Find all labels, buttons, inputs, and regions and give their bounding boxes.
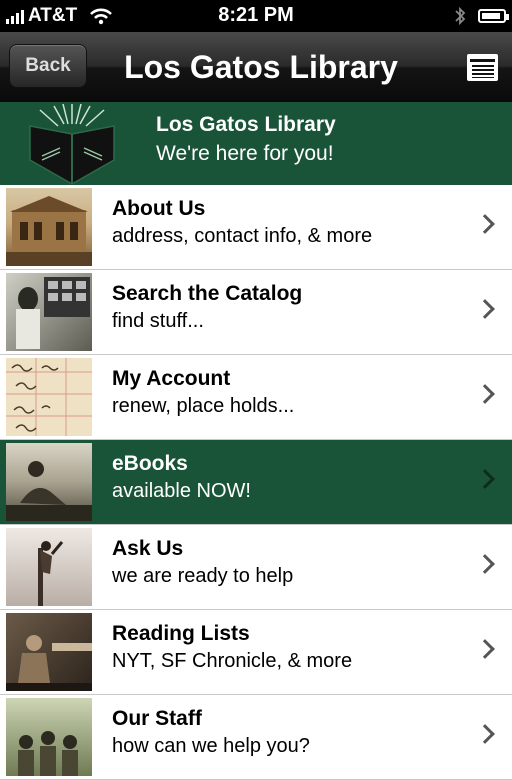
chevron-right-icon [475,469,495,489]
menu-item-title: eBooks [112,452,188,475]
person-on-pole-photo [6,528,92,606]
card-catalog-photo [6,273,92,351]
menu-item-reading-lists[interactable]: Reading Lists NYT, SF Chronicle, & more [0,610,512,695]
navigation-bar: Back Los Gatos Library [0,32,512,104]
menu-item-my-account[interactable]: My Account renew, place holds... [0,355,512,440]
chevron-right-icon [475,299,495,319]
menu-item-ask-us[interactable]: Ask Us we are ready to help [0,525,512,610]
list-menu-icon[interactable] [467,54,498,81]
menu-item-subtitle: address, contact info, & more [112,225,373,247]
menu-item-subtitle: renew, place holds... [112,395,295,417]
banner-subtitle: We're here for you! [156,142,334,165]
menu-item-our-staff[interactable]: Our Staff how can we help you? [0,695,512,780]
chevron-right-icon [475,384,495,404]
staff-group-photo [6,698,92,776]
menu-item-subtitle: find stuff... [112,310,204,332]
menu-item-title: Reading Lists [112,622,250,645]
chevron-right-icon [475,554,495,574]
menu-item-subtitle: NYT, SF Chronicle, & more [112,650,353,672]
menu-item-title: Our Staff [112,707,202,730]
menu-item-title: About Us [112,197,206,220]
menu-item-about-us[interactable]: About Us address, contact info, & more [0,185,512,270]
status-bar: AT&T 8:21 PM [0,0,512,32]
menu-item-ebooks[interactable]: eBooks available NOW! [0,440,512,525]
banner-title: Los Gatos Library [156,113,336,136]
chevron-right-icon [475,214,495,234]
menu-item-title: Search the Catalog [112,282,303,305]
menu-item-title: My Account [112,367,231,390]
library-banner: Los Gatos Library We're here for you! [0,102,512,185]
chevron-right-icon [475,639,495,659]
battery-icon [478,9,509,23]
bluetooth-icon [455,6,466,26]
page-title: Los Gatos Library [124,49,398,85]
menu-list: About Us address, contact info, & more S… [0,185,512,780]
chevron-right-icon [475,724,495,744]
menu-item-subtitle: we are ready to help [112,565,294,587]
clock: 8:21 PM [218,4,294,26]
back-button[interactable]: Back [9,44,87,88]
menu-item-search-catalog[interactable]: Search the Catalog find stuff... [0,270,512,355]
menu-item-title: Ask Us [112,537,184,560]
menu-item-subtitle: how can we help you? [112,735,310,757]
open-book-logo-icon [29,104,115,184]
menu-item-subtitle: available NOW! [112,480,251,502]
reading-room-photo [6,613,92,691]
handwritten-ledger-photo [6,358,92,436]
library-building-photo [6,188,92,266]
reading-outdoors-photo [6,443,92,521]
